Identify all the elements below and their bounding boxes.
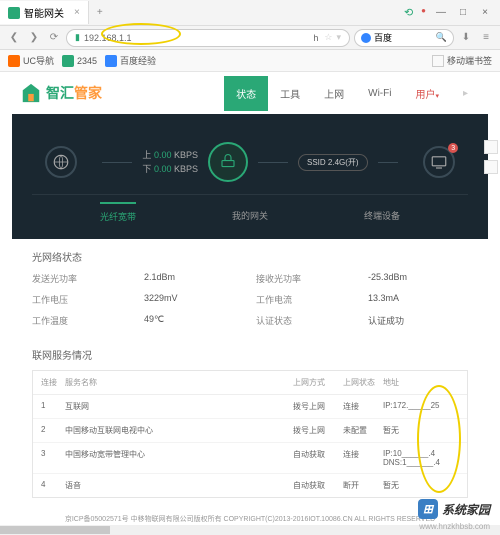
optical-title: 光网络状态 bbox=[32, 249, 468, 264]
notification-icon[interactable]: ● bbox=[421, 6, 426, 20]
bookmark-bar: UC导航 2345 百度经验 移动端书签 bbox=[0, 50, 500, 72]
hero-tab-fiber[interactable]: 光纤宽带 bbox=[100, 202, 136, 223]
side-tool-1[interactable] bbox=[484, 140, 498, 154]
address-bar: ❮ ❯ ⟳ ▮ 192.168.1.1 h ☆ ▾ 百度 🔍 ⬇ ≡ bbox=[0, 26, 500, 50]
menu-icon[interactable]: ≡ bbox=[478, 30, 494, 46]
bookmark-2345[interactable]: 2345 bbox=[62, 55, 97, 67]
logo-text: 智汇管家 bbox=[46, 83, 102, 103]
url-text: 192.168.1.1 bbox=[84, 33, 132, 43]
search-engine-icon bbox=[361, 33, 371, 43]
reload-button[interactable]: ⟳ bbox=[46, 30, 62, 46]
star-icon[interactable]: ☆ bbox=[324, 32, 332, 43]
download-icon[interactable]: ⬇ bbox=[458, 30, 474, 46]
window-titlebar: 智能网关 × + ⟲ ● — □ × bbox=[0, 0, 500, 26]
tab-favicon bbox=[8, 7, 20, 19]
nav-more[interactable]: ▸ bbox=[451, 78, 480, 109]
close-button[interactable]: × bbox=[478, 6, 492, 20]
maximize-button[interactable]: □ bbox=[456, 6, 470, 20]
service-table: 连接服务名称上网方式上网状态地址 1互联网拨号上网连接IP:172._____2… bbox=[32, 370, 468, 498]
search-engine-label: 百度 bbox=[374, 31, 392, 44]
table-row: 1互联网拨号上网连接IP:172._____25 bbox=[33, 395, 467, 419]
globe-icon bbox=[45, 146, 77, 178]
nav-wifi[interactable]: Wi-Fi bbox=[356, 78, 403, 109]
watermark: ⊞ 系统家园 bbox=[418, 499, 490, 519]
table-header: 连接服务名称上网方式上网状态地址 bbox=[33, 371, 467, 395]
browser-tab[interactable]: 智能网关 × bbox=[0, 1, 89, 24]
service-title: 联网服务情况 bbox=[32, 347, 468, 362]
minimize-button[interactable]: — bbox=[434, 6, 448, 20]
table-row: 4语音自动获取断开暂无 bbox=[33, 474, 467, 497]
new-tab-button[interactable]: + bbox=[89, 7, 111, 18]
nav-user[interactable]: 用户▾ bbox=[403, 76, 451, 111]
nav-status[interactable]: 状态 bbox=[224, 76, 268, 111]
logo-icon bbox=[20, 82, 42, 104]
window-controls: ⟲ ● — □ × bbox=[396, 6, 500, 20]
hero-tab-gateway[interactable]: 我的网关 bbox=[232, 203, 268, 223]
hero-tabs: 光纤宽带 我的网关 终端设备 bbox=[32, 194, 468, 223]
main-nav: 状态 工具 上网 Wi-Fi 用户▾ ▸ bbox=[224, 76, 480, 111]
page-content: 智汇管家 状态 工具 上网 Wi-Fi 用户▾ ▸ 上 0.00 KBPS 下 … bbox=[0, 72, 500, 530]
page-header: 智汇管家 状态 工具 上网 Wi-Fi 用户▾ ▸ bbox=[12, 72, 488, 114]
uc-icon bbox=[8, 55, 20, 67]
tab-close-icon[interactable]: × bbox=[74, 7, 80, 18]
watermark-icon: ⊞ bbox=[418, 499, 438, 519]
bookmark-uc[interactable]: UC导航 bbox=[8, 54, 54, 67]
optical-stats: 发送光功率2.1dBm接收光功率-25.3dBm 工作电压3229mV工作电流1… bbox=[32, 272, 468, 327]
side-tool-2[interactable] bbox=[484, 160, 498, 174]
url-input[interactable]: ▮ 192.168.1.1 h ☆ ▾ bbox=[66, 29, 350, 47]
device-count-badge: 3 bbox=[448, 143, 458, 153]
table-row: 3中国移动宽带管理中心自动获取连接IP:10______.4 DNS:1____… bbox=[33, 443, 467, 474]
table-row: 2中国移动互联网电视中心拨号上网未配置暂无 bbox=[33, 419, 467, 443]
search-icon[interactable]: 🔍 bbox=[436, 32, 447, 43]
back-button[interactable]: ❮ bbox=[6, 30, 22, 46]
nav-tools[interactable]: 工具 bbox=[268, 76, 312, 111]
forward-button[interactable]: ❯ bbox=[26, 30, 42, 46]
dropdown-icon[interactable]: ▾ bbox=[336, 32, 341, 43]
side-toolbar bbox=[484, 140, 498, 174]
device-icon-wrap: 3 bbox=[423, 146, 455, 178]
gateway-icon bbox=[208, 142, 248, 182]
url-suffix: h bbox=[313, 33, 318, 43]
sync-icon[interactable]: ⟲ bbox=[404, 6, 413, 20]
optical-section: 光网络状态 发送光功率2.1dBm接收光功率-25.3dBm 工作电压3229m… bbox=[12, 239, 488, 337]
service-section: 联网服务情况 连接服务名称上网方式上网状态地址 1互联网拨号上网连接IP:172… bbox=[12, 337, 488, 508]
nav-net[interactable]: 上网 bbox=[312, 76, 356, 111]
bookmark-baidu[interactable]: 百度经验 bbox=[105, 54, 156, 67]
logo[interactable]: 智汇管家 bbox=[20, 82, 102, 104]
ssid-badge[interactable]: SSID 2.4G(开) bbox=[298, 154, 368, 171]
baidu-icon bbox=[105, 55, 117, 67]
watermark-url: www.hnzkhbsb.com bbox=[419, 522, 490, 531]
mobile-icon bbox=[432, 55, 444, 67]
lock-icon: ▮ bbox=[75, 32, 80, 43]
search-box[interactable]: 百度 🔍 bbox=[354, 29, 454, 47]
speed-stats: 上 0.00 KBPS 下 0.00 KBPS bbox=[142, 148, 198, 177]
scroll-thumb[interactable] bbox=[0, 526, 110, 534]
num-icon bbox=[62, 55, 74, 67]
hero-tab-devices[interactable]: 终端设备 bbox=[364, 203, 400, 223]
tab-title: 智能网关 bbox=[24, 5, 64, 20]
hero-panel: 上 0.00 KBPS 下 0.00 KBPS SSID 2.4G(开) 3 光… bbox=[12, 114, 488, 239]
bookmark-mobile[interactable]: 移动端书签 bbox=[432, 54, 492, 67]
